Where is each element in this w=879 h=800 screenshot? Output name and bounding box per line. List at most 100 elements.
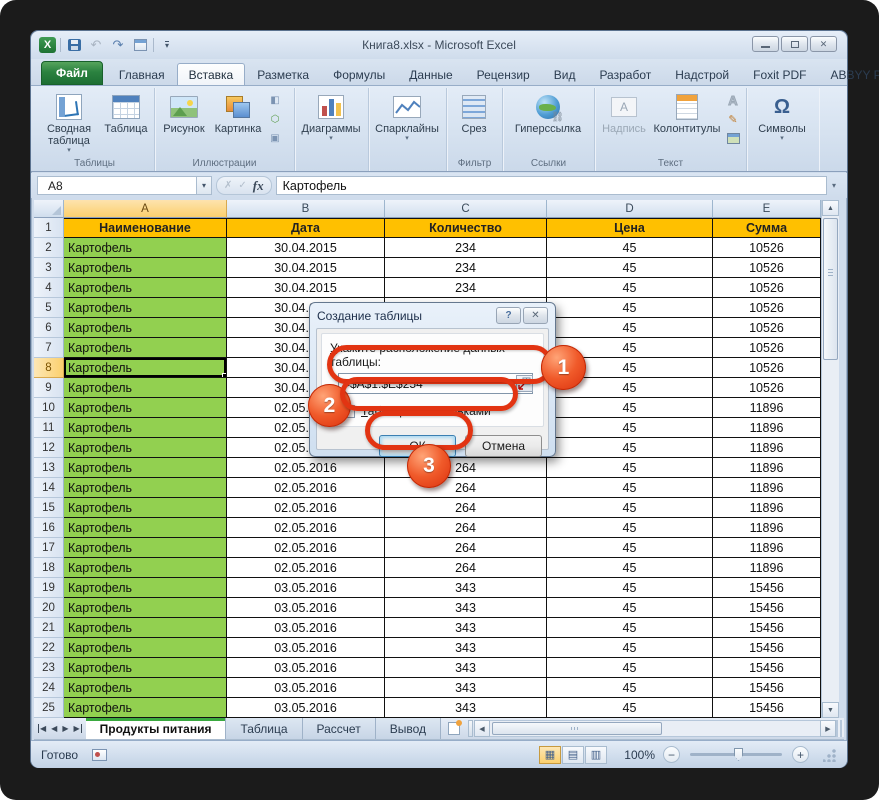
cell[interactable]: 343 (385, 698, 547, 718)
name-box[interactable]: A8 (37, 176, 197, 195)
sheet-tab-0[interactable]: Продукты питания (86, 718, 227, 739)
cell[interactable]: 02.05.2016 (227, 558, 385, 578)
vertical-scrollbar-track[interactable] (822, 362, 839, 702)
sheet-tab-1[interactable]: Таблица (226, 718, 302, 739)
cell[interactable]: 45 (547, 438, 713, 458)
cancel-entry-icon[interactable]: ✗ (224, 180, 232, 191)
horizontal-scrollbar[interactable]: ◀ ▶ (474, 720, 836, 737)
cell[interactable]: 11896 (713, 398, 821, 418)
cell[interactable]: 343 (385, 678, 547, 698)
row-header[interactable]: 10 (34, 398, 64, 418)
cell[interactable]: 45 (547, 318, 713, 338)
row-header[interactable]: 8 (34, 358, 64, 378)
picture-button[interactable]: Рисунок (158, 90, 210, 154)
signature-line-icon[interactable]: ✎ (724, 111, 742, 127)
cell[interactable]: Картофель (64, 258, 227, 278)
close-button[interactable]: ✕ (810, 36, 837, 52)
cell[interactable]: Картофель (64, 518, 227, 538)
cancel-button[interactable]: Отмена (465, 435, 542, 457)
scroll-up-button[interactable]: ▲ (822, 200, 839, 216)
minimize-button[interactable] (752, 36, 779, 52)
cell[interactable]: Картофель (64, 578, 227, 598)
insert-worksheet-tab[interactable] (441, 718, 467, 739)
cell[interactable]: 343 (385, 578, 547, 598)
row-header[interactable]: 16 (34, 518, 64, 538)
cell[interactable]: 11896 (713, 518, 821, 538)
ribbon-tab-2[interactable]: Вставка (177, 63, 246, 85)
cell[interactable]: 45 (547, 478, 713, 498)
cell[interactable]: 11896 (713, 438, 821, 458)
cell[interactable]: 11896 (713, 478, 821, 498)
cell[interactable]: 264 (385, 538, 547, 558)
cell[interactable]: 45 (547, 518, 713, 538)
sheet-tab-3[interactable]: Вывод (376, 718, 441, 739)
row-header[interactable]: 1 (34, 218, 64, 238)
cell[interactable]: 264 (385, 478, 547, 498)
cell[interactable]: 02.05.2016 (227, 518, 385, 538)
wordart-icon[interactable]: А (724, 92, 742, 108)
sparklines-button[interactable]: Спарклайны ▾ (372, 90, 442, 154)
cell[interactable]: 10526 (713, 238, 821, 258)
cell[interactable]: 03.05.2016 (227, 578, 385, 598)
cell[interactable]: 45 (547, 238, 713, 258)
screenshot-icon[interactable]: ▣ (266, 130, 284, 146)
cell[interactable]: 234 (385, 238, 547, 258)
pivot-table-button[interactable]: Сводная таблица ▾ (38, 90, 100, 154)
column-header-B[interactable]: B (227, 200, 385, 218)
ribbon-tab-6[interactable]: Рецензир (465, 63, 542, 85)
row-header[interactable]: 15 (34, 498, 64, 518)
cell[interactable]: 264 (385, 518, 547, 538)
smartart-icon[interactable]: ⬡ (266, 111, 284, 127)
cell[interactable]: 45 (547, 538, 713, 558)
column-header-E[interactable]: E (713, 200, 821, 218)
cell[interactable]: 11896 (713, 418, 821, 438)
cell[interactable]: Картофель (64, 538, 227, 558)
cell[interactable]: 45 (547, 418, 713, 438)
header-cell[interactable]: Наименование (64, 218, 227, 238)
cell[interactable]: Картофель (64, 418, 227, 438)
save-button[interactable] (65, 37, 83, 54)
symbols-button[interactable]: Ω Символы ▾ (750, 90, 814, 154)
cell[interactable]: 11896 (713, 538, 821, 558)
header-cell[interactable]: Цена (547, 218, 713, 238)
cell[interactable]: 45 (547, 658, 713, 678)
next-sheet-icon[interactable]: ▶ (62, 724, 68, 733)
scroll-down-button[interactable]: ▼ (822, 702, 839, 718)
header-cell[interactable]: Дата (227, 218, 385, 238)
cell[interactable]: 30.04.2015 (227, 278, 385, 298)
tab-scrollbar-splitter[interactable] (468, 720, 473, 737)
row-header[interactable]: 18 (34, 558, 64, 578)
cell[interactable]: 45 (547, 298, 713, 318)
ribbon-tab-8[interactable]: Разработ (587, 63, 663, 85)
enter-entry-icon[interactable]: ✓ (238, 180, 246, 191)
cell[interactable]: 264 (385, 498, 547, 518)
page-layout-view-button[interactable]: ▤ (562, 746, 584, 764)
select-all-corner[interactable] (34, 200, 64, 218)
cell[interactable]: 45 (547, 578, 713, 598)
cell[interactable]: Картофель (64, 338, 227, 358)
ribbon-tab-7[interactable]: Вид (542, 63, 588, 85)
row-header[interactable]: 22 (34, 638, 64, 658)
dialog-close-button[interactable]: ✕ (523, 307, 548, 324)
cell[interactable]: Картофель (64, 438, 227, 458)
row-header[interactable]: 7 (34, 338, 64, 358)
cell[interactable]: 30.04.2015 (227, 238, 385, 258)
quick-table-button[interactable] (131, 37, 149, 54)
cell[interactable]: Картофель (64, 618, 227, 638)
scroll-right-button[interactable]: ▶ (820, 720, 836, 737)
restore-button[interactable] (781, 36, 808, 52)
cell[interactable]: 10526 (713, 358, 821, 378)
cell[interactable]: 10526 (713, 258, 821, 278)
cell[interactable]: 10526 (713, 338, 821, 358)
clipart-button[interactable]: Картинка (211, 90, 265, 154)
cell[interactable]: 343 (385, 638, 547, 658)
cell[interactable]: 264 (385, 558, 547, 578)
customize-qat-button[interactable]: ▾ (158, 37, 176, 54)
tab-split-handle[interactable] (836, 720, 844, 737)
row-header[interactable]: 12 (34, 438, 64, 458)
cell[interactable]: 45 (547, 398, 713, 418)
cell[interactable]: 45 (547, 498, 713, 518)
cell[interactable]: 30.04.2015 (227, 258, 385, 278)
cell[interactable]: Картофель (64, 298, 227, 318)
zoom-slider-handle[interactable] (734, 748, 743, 761)
